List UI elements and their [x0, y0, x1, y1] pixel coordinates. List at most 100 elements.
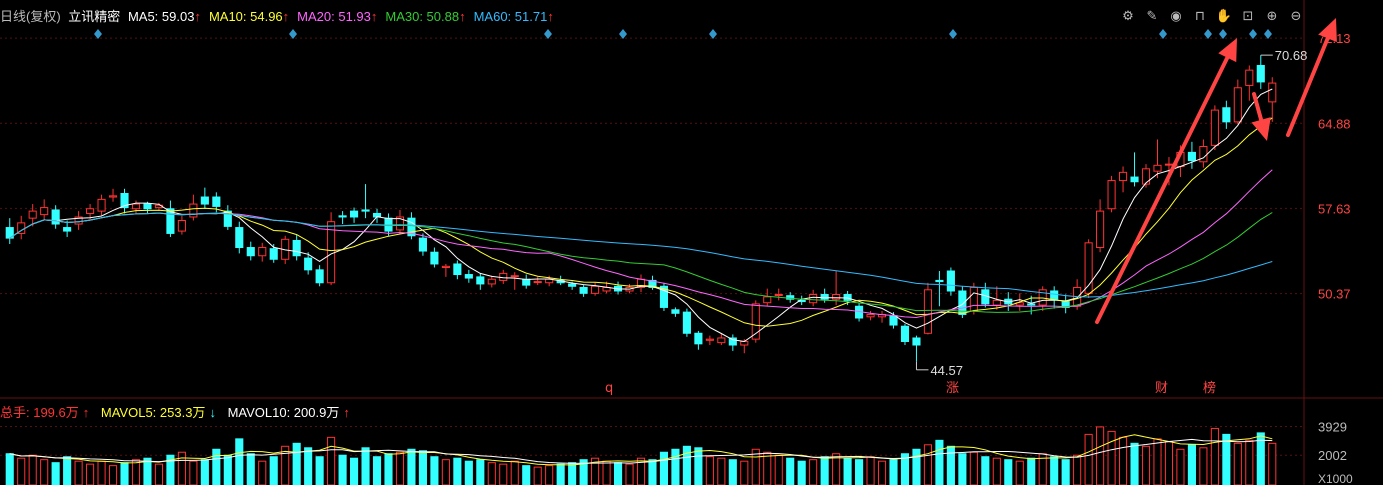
zoom-out-icon[interactable]: ⊖ — [1286, 6, 1306, 26]
volume-bar — [407, 448, 416, 485]
volume-bar — [350, 457, 359, 485]
volume-bar — [258, 460, 267, 485]
volume-bar — [269, 456, 278, 485]
candle — [74, 211, 83, 230]
volume-bar — [453, 457, 462, 485]
volume-bar — [969, 451, 978, 485]
volume-bar — [694, 447, 703, 485]
event-diamond — [1204, 29, 1212, 39]
candle-body — [1210, 109, 1219, 146]
volume-bar — [1130, 442, 1139, 485]
candle — [200, 187, 209, 209]
candle-body — [1107, 180, 1116, 210]
candle — [763, 288, 772, 307]
candle-body — [705, 338, 714, 341]
candle-body — [1245, 69, 1254, 86]
candle — [671, 307, 680, 317]
candle — [189, 194, 198, 221]
volume-bar — [705, 456, 714, 485]
volume-bar — [384, 453, 393, 485]
candle — [487, 275, 496, 288]
volume-bar — [740, 460, 749, 485]
candle — [636, 274, 646, 293]
hand-icon[interactable]: ✋ — [1214, 6, 1234, 26]
ma-legend-item: MA60: 51.71↑ — [473, 9, 554, 24]
candle — [499, 269, 508, 284]
volume-bar — [1096, 426, 1105, 485]
candle-body — [969, 286, 978, 312]
volume-bar — [935, 439, 944, 485]
event-diamond — [1249, 29, 1257, 39]
candle-body — [1118, 171, 1128, 182]
volume-bar — [797, 460, 806, 485]
volume-bar — [992, 457, 1001, 485]
candle-body — [258, 247, 267, 257]
candle-body — [579, 286, 588, 294]
moving-average-lines — [9, 88, 1273, 343]
candle — [5, 218, 14, 244]
candle — [522, 274, 531, 289]
volume-bar — [292, 442, 301, 485]
basket-icon[interactable]: ⊓ — [1190, 6, 1210, 26]
candle-body — [304, 257, 313, 271]
stock-name: 立讯精密 — [68, 9, 121, 24]
candle-body — [350, 210, 359, 218]
volume-bar — [682, 445, 691, 485]
candle — [235, 221, 244, 254]
candle-body — [510, 275, 519, 278]
eye-icon[interactable]: ◉ — [1166, 6, 1186, 26]
candle — [108, 188, 118, 202]
volume-bar — [946, 445, 955, 485]
candle-body — [361, 209, 370, 212]
volume-tick-label: 2002 — [1318, 448, 1347, 463]
candle-body — [591, 285, 600, 294]
candle-body — [200, 196, 209, 205]
zoom-in-icon[interactable]: ⊕ — [1262, 6, 1282, 26]
candle-body — [1222, 107, 1231, 123]
candle-body — [315, 269, 324, 284]
candle — [946, 267, 955, 296]
gear-icon[interactable]: ⚙ — [1118, 6, 1138, 26]
volume-bar — [86, 463, 95, 485]
candle — [120, 188, 129, 214]
volume-bar — [200, 459, 209, 485]
volume-bars — [5, 426, 1277, 485]
volume-bar — [717, 457, 726, 485]
volume-bar — [120, 462, 129, 485]
period-label[interactable]: 日线(复权) — [0, 9, 61, 24]
candle — [40, 199, 49, 220]
candle-body — [246, 247, 255, 257]
volume-bar — [866, 456, 875, 485]
volume-bar — [430, 456, 439, 485]
candle — [17, 215, 26, 240]
candle-body — [809, 294, 818, 304]
volume-bar — [40, 459, 49, 485]
event-marker: 榜 — [1203, 380, 1216, 396]
volume-bar — [1061, 459, 1070, 485]
ma-legend-item: MA30: 50.88↑ — [385, 9, 466, 24]
volume-bar — [613, 462, 623, 485]
event-diamond — [1159, 29, 1167, 39]
candle-body — [889, 315, 898, 326]
volume-bar — [545, 465, 554, 485]
candle-body — [453, 263, 462, 276]
candle — [510, 272, 519, 290]
event-diamond — [1264, 29, 1272, 39]
lock-icon[interactable]: ⊡ — [1238, 6, 1258, 26]
volume-bar — [843, 457, 852, 485]
candle — [1222, 100, 1231, 129]
candle-body — [269, 248, 278, 260]
candle-body — [499, 272, 508, 281]
candle-body — [843, 294, 852, 301]
candle-body — [900, 325, 910, 342]
candle-body — [992, 299, 1001, 306]
volume-bar — [487, 462, 496, 485]
candle-body — [671, 309, 680, 314]
candle-body — [923, 289, 932, 334]
candle — [705, 335, 714, 346]
candle-body — [832, 294, 841, 300]
volume-bar — [625, 463, 634, 485]
pen-icon[interactable]: ✎ — [1142, 6, 1162, 26]
event-diamond — [1219, 29, 1227, 39]
event-marker: q — [605, 381, 613, 396]
